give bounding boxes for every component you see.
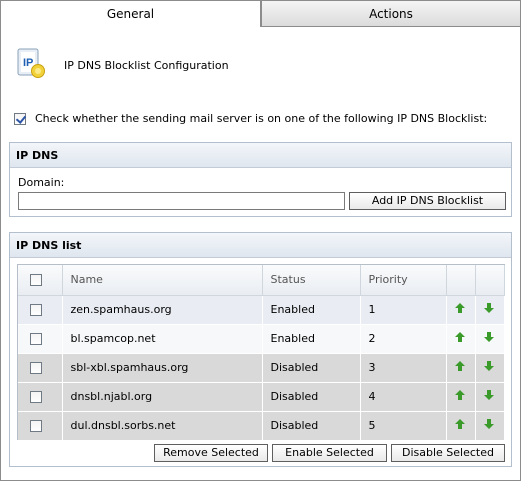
table-row[interactable]: sbl-xbl.spamhaus.org Disabled 3	[18, 353, 505, 383]
row-priority: 4	[360, 382, 447, 412]
row-status: Disabled	[262, 411, 361, 441]
blocklist-table: Name Status Priority zen.spamhaus.org En…	[17, 264, 505, 441]
enable-blocklist-checkbox[interactable]	[14, 113, 26, 125]
column-priority-header[interactable]: Priority	[360, 265, 447, 296]
row-status: Disabled	[262, 382, 361, 412]
move-down-icon[interactable]	[483, 303, 494, 313]
row-priority: 2	[360, 324, 447, 354]
ip-dns-panel: IP DNS Domain: Add IP DNS Blocklist	[9, 142, 512, 217]
move-up-icon[interactable]	[454, 303, 465, 313]
add-blocklist-button[interactable]: Add IP DNS Blocklist	[349, 192, 506, 210]
ip-dns-panel-title: IP DNS	[10, 143, 511, 168]
move-up-icon[interactable]	[454, 332, 465, 342]
tab-general[interactable]: General	[0, 0, 261, 27]
svg-text:IP: IP	[23, 57, 33, 69]
move-up-icon[interactable]	[454, 361, 465, 371]
row-checkbox[interactable]	[30, 362, 42, 374]
table-row[interactable]: dnsbl.njabl.org Disabled 4	[18, 382, 505, 412]
move-up-icon[interactable]	[454, 419, 465, 429]
row-checkbox[interactable]	[30, 333, 42, 345]
select-all-cell	[18, 265, 63, 296]
disable-selected-button[interactable]: Disable Selected	[391, 444, 505, 462]
ip-config-icon: IP	[17, 48, 47, 80]
domain-label: Domain:	[18, 176, 65, 189]
row-priority: 5	[360, 411, 447, 441]
move-down-icon[interactable]	[483, 332, 494, 342]
table-row[interactable]: bl.spamcop.net Enabled 2	[18, 324, 505, 354]
ip-dns-list-title: IP DNS list	[10, 233, 511, 258]
row-checkbox[interactable]	[30, 420, 42, 432]
table-row[interactable]: dul.dnsbl.sorbs.net Disabled 5	[18, 411, 505, 441]
row-checkbox[interactable]	[30, 304, 42, 316]
ip-dns-list-panel: IP DNS list Name Status Priority zen.spa…	[9, 232, 512, 467]
row-name: sbl-xbl.spamhaus.org	[62, 353, 263, 383]
row-status: Enabled	[262, 295, 361, 325]
select-all-checkbox[interactable]	[30, 274, 42, 287]
tab-bar: General Actions	[0, 0, 521, 27]
enable-selected-button[interactable]: Enable Selected	[272, 444, 387, 462]
row-name: bl.spamcop.net	[62, 324, 263, 354]
remove-selected-button[interactable]: Remove Selected	[154, 444, 268, 462]
page-title: IP DNS Blocklist Configuration	[64, 59, 229, 72]
table-header-row: Name Status Priority	[18, 265, 505, 296]
row-priority: 1	[360, 295, 447, 325]
row-checkbox[interactable]	[30, 391, 42, 403]
row-status: Disabled	[262, 353, 361, 383]
blocklist-check-row: Check whether the sending mail server is…	[14, 112, 487, 126]
move-up-icon[interactable]	[454, 390, 465, 400]
column-down-header	[475, 265, 505, 296]
column-up-header	[446, 265, 476, 296]
row-name: dnsbl.njabl.org	[62, 382, 263, 412]
column-name-header[interactable]: Name	[62, 265, 263, 296]
move-down-icon[interactable]	[483, 361, 494, 371]
row-priority: 3	[360, 353, 447, 383]
column-status-header[interactable]: Status	[262, 265, 361, 296]
table-row[interactable]: zen.spamhaus.org Enabled 1	[18, 295, 505, 325]
row-status: Enabled	[262, 324, 361, 354]
row-name: zen.spamhaus.org	[62, 295, 263, 325]
enable-blocklist-label: Check whether the sending mail server is…	[35, 112, 488, 125]
move-down-icon[interactable]	[483, 390, 494, 400]
row-name: dul.dnsbl.sorbs.net	[62, 411, 263, 441]
move-down-icon[interactable]	[483, 419, 494, 429]
tab-actions[interactable]: Actions	[261, 0, 521, 27]
domain-input[interactable]	[18, 192, 345, 210]
